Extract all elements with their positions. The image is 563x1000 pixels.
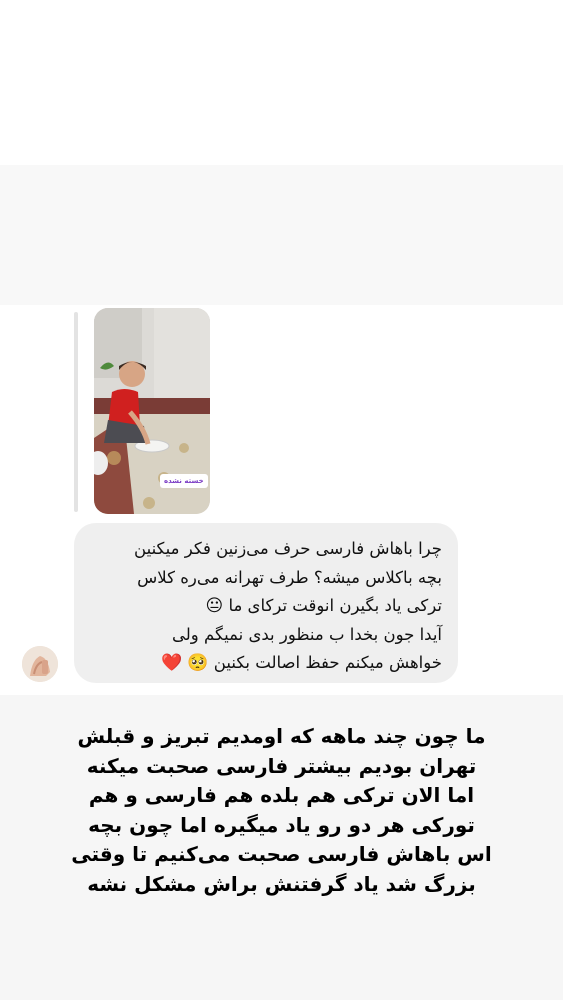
message-line-2: بچه باکلاس میشه؟ طرف تهرانه می‌ره کلاس — [137, 567, 442, 587]
caption-line-5: اس باهاش فارسی صحبت می‌کنیم تا وقتی — [71, 842, 492, 866]
sender-avatar[interactable] — [22, 646, 58, 682]
message-line-3: ترکی یاد بگیرن انوقت ترکای ما 😐 — [90, 592, 442, 621]
caption-line-1: ما چون چند ماهه که اومدیم تبریز و قبلش — [77, 724, 486, 748]
caption-line-6: بزرگ شد یاد گرفتنش براش مشکل نشه — [87, 871, 476, 896]
story-sticker-label: خسته نشده — [160, 474, 208, 488]
story-caption: ما چون چند ماهه که اومدیم تبریز و قبلش ت… — [28, 722, 535, 899]
anatomical-heart-emoji: ❤️ — [160, 653, 183, 673]
pleading-face-emoji: 🥺 — [187, 653, 209, 673]
message-line-1: چرا باهاش فارسی حرف می‌زنین فکر میکنین — [134, 539, 442, 558]
message-line-4: آیدا جون بخدا ب منظور بدی نمیگم ولی — [172, 624, 442, 644]
story-reply-line — [74, 312, 78, 512]
caption-line-4: تورکی هر دو رو یاد میگیره اما چون بچه — [88, 812, 475, 837]
gray-band — [0, 165, 563, 305]
neutral-face-emoji: 😐 — [205, 596, 224, 616]
caption-line-3: اما الان ترکی هم بلده هم فارسی و هم — [88, 783, 475, 807]
received-message-bubble[interactable]: چرا باهاش فارسی حرف می‌زنین فکر میکنین ب… — [74, 523, 458, 683]
message-line-5: خواهش میکنم حفظ اصالت بکنین 🥺 ❤️ — [90, 649, 442, 678]
blank-top-area — [0, 0, 563, 165]
caption-line-2: تهران بودیم بیشتر فارسی صحبت میکنه — [86, 753, 477, 778]
avatar-image — [22, 646, 58, 682]
